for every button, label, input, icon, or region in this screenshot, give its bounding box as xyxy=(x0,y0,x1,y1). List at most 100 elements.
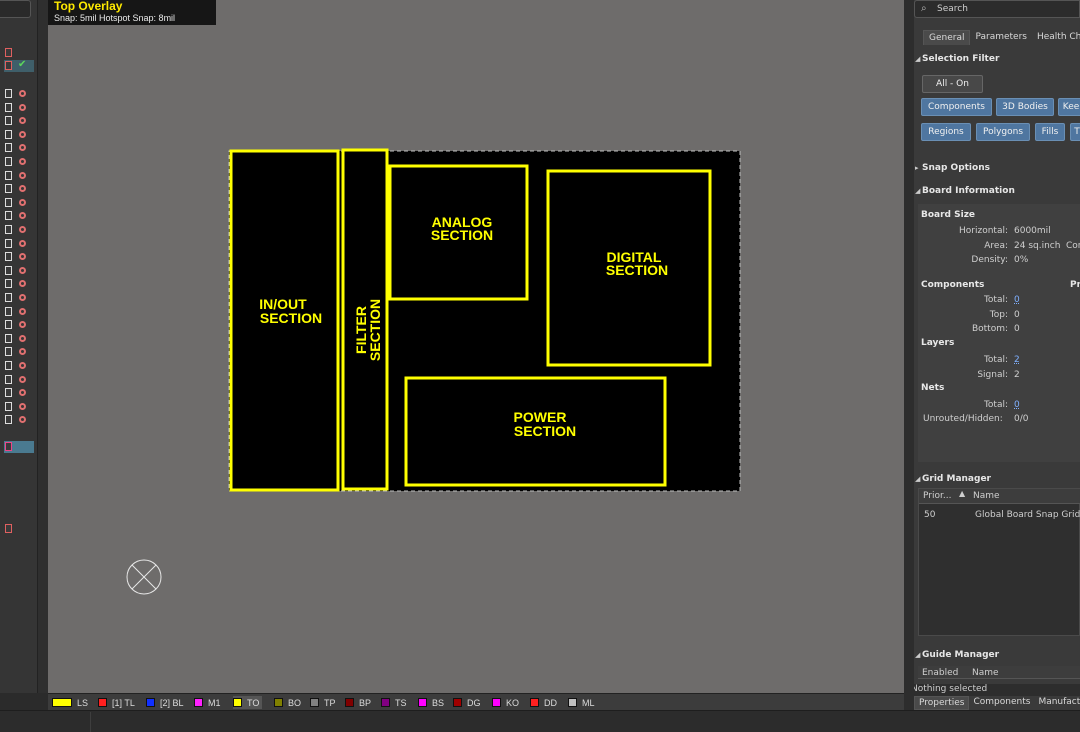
project-tree-row[interactable] xyxy=(4,292,34,304)
project-tree-row[interactable] xyxy=(4,251,34,263)
project-tree-row[interactable]: ✔ xyxy=(4,59,34,72)
project-tree-row[interactable] xyxy=(4,142,34,154)
project-tree-row[interactable] xyxy=(4,346,34,358)
all-on-button[interactable]: All - On xyxy=(922,75,983,93)
project-tree-row[interactable] xyxy=(4,374,34,386)
project-tree-row[interactable] xyxy=(4,102,34,114)
filter-text-button[interactable]: T xyxy=(1070,123,1080,141)
document-icon xyxy=(5,293,12,302)
project-tree-row[interactable] xyxy=(4,265,34,277)
layer-tab-ko[interactable]: KO xyxy=(492,696,519,709)
grid-manager-header[interactable]: ◢ Grid Manager xyxy=(915,474,991,484)
project-tree-row[interactable] xyxy=(4,197,34,209)
panel-search-input[interactable] xyxy=(0,0,31,18)
document-icon xyxy=(5,143,12,153)
project-tree-row[interactable] xyxy=(4,523,34,535)
project-tree-row[interactable] xyxy=(4,360,34,372)
layer-tab-1tl[interactable]: [1] TL xyxy=(98,696,135,709)
project-tree-row[interactable] xyxy=(4,319,34,331)
layer-tab-2bl[interactable]: [2] BL xyxy=(146,696,184,709)
modified-status-icon xyxy=(19,266,26,274)
layer-color-swatch xyxy=(310,698,319,707)
tab-parameters[interactable]: Parameters xyxy=(970,30,1032,45)
selection-filter-header[interactable]: ◢ Selection Filter xyxy=(915,54,999,64)
project-tree-row[interactable] xyxy=(4,441,34,453)
filter-3d-bodies-button[interactable]: 3D Bodies xyxy=(996,98,1054,116)
project-tree-row[interactable] xyxy=(4,238,34,250)
project-tree-row[interactable] xyxy=(4,414,34,426)
tab-properties[interactable]: Properties xyxy=(914,696,970,710)
grid-row-priority[interactable]: 50 xyxy=(924,510,935,520)
area-value: 24 sq.inch xyxy=(1014,241,1061,251)
col-guide-name[interactable]: Name xyxy=(972,668,999,678)
filter-regions-button[interactable]: Regions xyxy=(921,123,971,141)
project-tree-row[interactable] xyxy=(4,88,34,100)
project-tree-row[interactable] xyxy=(4,278,34,290)
layer-tab-to[interactable]: TO xyxy=(233,696,263,709)
layer-tab-ts[interactable]: TS xyxy=(381,696,407,709)
layer-tab-bs[interactable]: BS xyxy=(418,696,444,709)
layer-tab-label: TS xyxy=(395,697,407,708)
area-extra: Con xyxy=(1066,241,1080,251)
col-enabled[interactable]: Enabled xyxy=(922,668,958,678)
layer-tab-ml[interactable]: ML xyxy=(568,696,595,709)
components-label: Components xyxy=(921,280,985,290)
layer-tab-bp[interactable]: BP xyxy=(345,696,371,709)
modified-status-icon xyxy=(19,130,26,138)
layer-tab-bo[interactable]: BO xyxy=(274,696,301,709)
collapse-arrow-icon: ◢ xyxy=(915,475,921,483)
tab-general[interactable]: General xyxy=(923,30,971,45)
layer-tab-dd[interactable]: DD xyxy=(530,696,557,709)
properties-search-input[interactable]: ⌕ Search xyxy=(914,0,1080,18)
document-icon xyxy=(5,361,12,370)
project-tree-row[interactable] xyxy=(4,129,34,141)
grid-row-name[interactable]: Global Board Snap Grid xyxy=(975,510,1080,520)
col-name[interactable]: Name xyxy=(973,491,1000,501)
project-tree-row[interactable] xyxy=(4,47,34,59)
layer-tab-m1[interactable]: M1 xyxy=(194,696,221,709)
pcb-canvas[interactable]: IN/OUT SECTION FILTER SECTION ANALOG SEC… xyxy=(48,0,904,693)
filter-fills-button[interactable]: Fills xyxy=(1035,123,1065,141)
layers-total-value[interactable]: 2 xyxy=(1014,355,1020,365)
document-icon xyxy=(5,306,12,316)
layer-color-swatch xyxy=(146,698,155,707)
layer-tab-dg[interactable]: DG xyxy=(453,696,481,709)
project-tree-row[interactable] xyxy=(4,183,34,195)
project-tree-row[interactable] xyxy=(4,224,34,236)
filter-keepouts-button[interactable]: Kee xyxy=(1058,98,1080,116)
board-information-header[interactable]: ◢ Board Information xyxy=(915,186,1015,196)
project-tree-row[interactable] xyxy=(4,306,34,318)
project-tree-row[interactable] xyxy=(4,115,34,127)
layer-tab-tp[interactable]: TP xyxy=(310,696,336,709)
layer-color-swatch xyxy=(530,698,539,707)
components-total-value[interactable]: 0 xyxy=(1014,295,1020,305)
filter-polygons-button[interactable]: Polygons xyxy=(976,123,1030,141)
filter-components-button[interactable]: Components xyxy=(921,98,992,116)
modified-status-icon xyxy=(19,212,26,220)
nets-total-label: Total: xyxy=(983,400,1008,410)
project-tree-row[interactable] xyxy=(4,170,34,182)
project-tree-row[interactable] xyxy=(4,333,34,345)
project-tree-row[interactable] xyxy=(4,387,34,399)
nets-total-value[interactable]: 0 xyxy=(1014,400,1020,410)
layer-tab-ls[interactable]: LS xyxy=(52,696,88,709)
layer-tab-label: [2] BL xyxy=(160,697,184,708)
modified-status-icon xyxy=(19,280,26,288)
digital-section-label-2: SECTION xyxy=(606,262,668,278)
snap-options-header[interactable]: ▸ Snap Options xyxy=(915,163,990,173)
tab-components[interactable]: Components xyxy=(969,696,1034,710)
tab-health-check[interactable]: Health Che xyxy=(1032,30,1080,45)
tab-manufacturer[interactable]: Manufact xyxy=(1034,696,1080,710)
col-priority[interactable]: Prior... xyxy=(923,491,951,501)
pcb-editor: ✔ IN/OUT SECTION FILTER SECTION ANALOG S… xyxy=(0,0,1080,732)
density-label: Density: xyxy=(971,255,1008,265)
project-tree-row[interactable] xyxy=(4,210,34,222)
project-tree-row[interactable] xyxy=(4,156,34,168)
guide-manager-header[interactable]: ◢ Guide Manager xyxy=(915,650,999,660)
modified-status-icon xyxy=(19,334,26,342)
components-bottom-label: Bottom: xyxy=(971,324,1008,334)
panel-bottom-tabs: Properties Components Manufact xyxy=(914,696,1080,710)
modified-status-icon xyxy=(19,253,26,261)
project-tree-row[interactable] xyxy=(4,401,34,413)
layer-tab-label: ML xyxy=(582,697,595,708)
